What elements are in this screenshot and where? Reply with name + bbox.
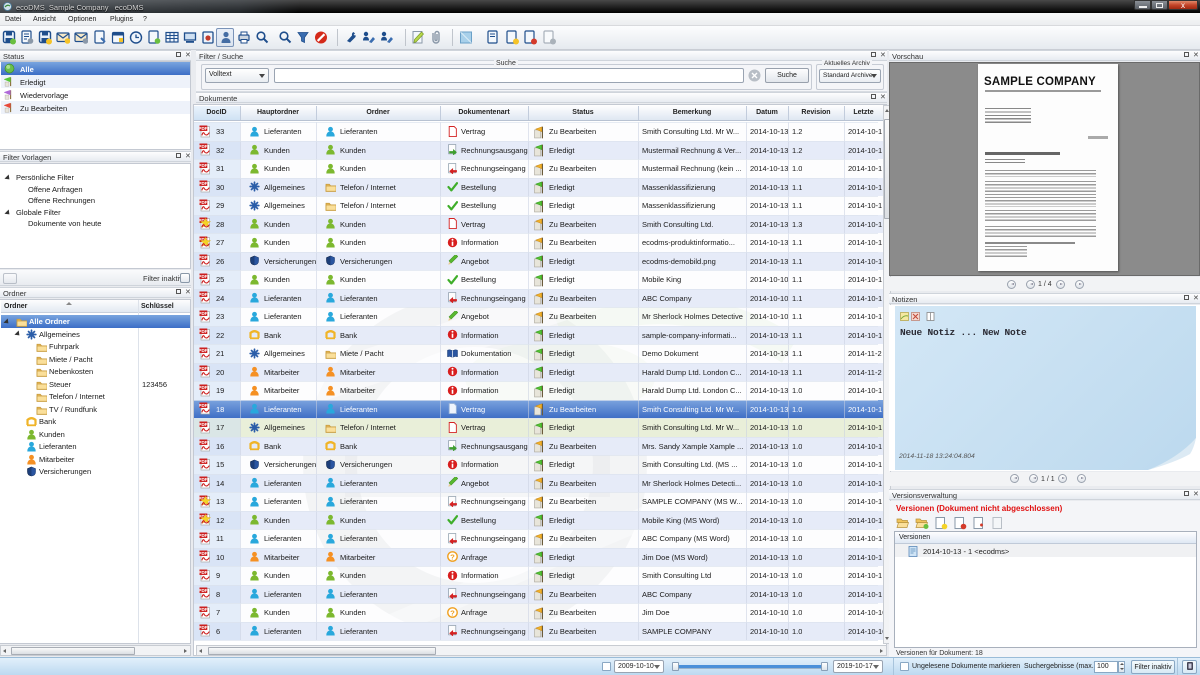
svg-text:PDF: PDF [199, 421, 208, 426]
svg-text:PDF: PDF [199, 366, 208, 371]
svg-text:PDF: PDF [199, 532, 208, 537]
svg-text:PDF: PDF [199, 125, 208, 130]
svg-text:?: ? [450, 552, 455, 561]
svg-text:PDF: PDF [199, 384, 208, 389]
svg-text:PDF: PDF [199, 569, 208, 574]
svg-text:PDF: PDF [199, 347, 208, 352]
svg-text:PDF: PDF [199, 625, 208, 630]
svg-text:PDF: PDF [199, 144, 208, 149]
svg-text:PDF: PDF [199, 255, 208, 260]
svg-text:PDF: PDF [199, 403, 208, 408]
svg-text:?: ? [450, 608, 455, 617]
svg-text:PDF: PDF [199, 440, 208, 445]
svg-text:PDF: PDF [199, 551, 208, 556]
svg-text:PDF: PDF [199, 588, 208, 593]
svg-text:PDF: PDF [199, 162, 208, 167]
svg-text:PDF: PDF [199, 329, 208, 334]
svg-text:PDF: PDF [199, 199, 208, 204]
svg-text:PDF: PDF [199, 477, 208, 482]
svg-text:PDF: PDF [199, 310, 208, 315]
svg-text:PDF: PDF [199, 292, 208, 297]
svg-text:PDF: PDF [199, 181, 208, 186]
svg-text:PDF: PDF [199, 273, 208, 278]
svg-text:PDF: PDF [199, 458, 208, 463]
svg-text:PDF: PDF [199, 606, 208, 611]
